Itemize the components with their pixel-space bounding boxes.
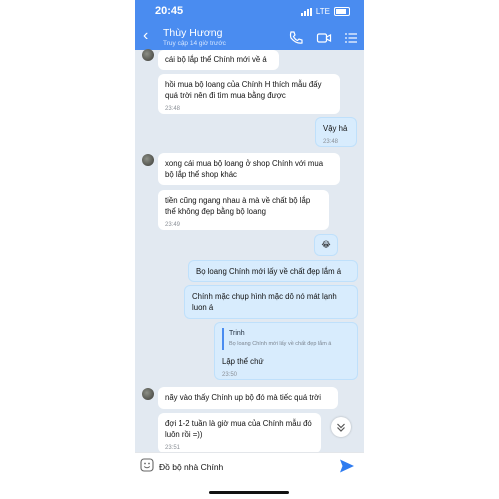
menu-list-icon[interactable] (343, 30, 359, 46)
status-indicators: LTE (300, 7, 350, 16)
status-time: 20:45 (155, 5, 184, 17)
message-text: Bọ loang Chính mới lấy về chất đẹp lắm á (196, 267, 342, 276)
message-time: 23:49 (165, 222, 181, 228)
video-call-icon[interactable] (316, 30, 332, 46)
message-incoming[interactable]: tiền cũng ngang nhau à mà về chất bộ lắp… (158, 190, 329, 230)
scroll-to-bottom-button[interactable] (331, 417, 351, 437)
message-outgoing[interactable]: Bọ loang Chính mới lấy về chất đẹp lắm á (188, 260, 358, 282)
phone-call-icon[interactable] (288, 30, 304, 46)
message-outgoing[interactable]: Chính mặc chụp hình mặc dô nó mát lạnh l… (184, 285, 358, 319)
message-text: tiền cũng ngang nhau à mà về chất bộ lắp… (165, 196, 311, 216)
message-emoji: 😂 (321, 240, 331, 249)
quoted-author: Trinh (229, 330, 245, 337)
contact-avatar[interactable] (142, 49, 154, 61)
network-label: LTE (315, 7, 330, 16)
message-text: xong cái mua bộ loang ở shop Chính với m… (165, 159, 324, 179)
last-seen-status: Truy cập 14 giờ trước (163, 40, 226, 47)
message-text: hồi mua bộ loang của Chính H thích mẫu đ… (165, 80, 322, 100)
message-incoming[interactable]: nãy vào thấy Chính up bộ đó mà tiếc quá … (158, 387, 338, 409)
message-time: 23:48 (323, 139, 339, 145)
message-incoming[interactable]: xong cái mua bộ loang ở shop Chính với m… (158, 153, 340, 185)
quoted-text: Bọ loang Chính mới lấy về chất đẹp lắm á (229, 341, 332, 347)
message-incoming[interactable]: cái bộ lắp thể Chính mới về á (158, 50, 279, 70)
message-text: cái bộ lắp thể Chính mới về á (165, 55, 267, 64)
message-outgoing[interactable]: 😂 (314, 234, 338, 256)
signal-icon (300, 7, 312, 16)
battery-icon (334, 7, 350, 16)
send-icon[interactable] (339, 458, 355, 474)
message-outgoing[interactable]: Vậy hả 23:48 (315, 117, 357, 147)
back-button[interactable]: ‹ (143, 28, 148, 44)
quoted-message[interactable]: Trinh Bọ loang Chính mới lấy về chất đẹp… (222, 328, 350, 350)
message-text: đợi 1-2 tuần là giờ mua của Chính mẫu đó… (165, 419, 312, 439)
message-incoming[interactable]: đợi 1-2 tuần là giờ mua của Chính mẫu đó… (158, 413, 321, 453)
message-input[interactable] (159, 459, 329, 475)
message-text: Chính mặc chụp hình mặc dô nó mát lạnh l… (192, 292, 337, 312)
sticker-icon[interactable] (140, 458, 154, 472)
home-indicator (209, 491, 289, 494)
chat-screen: 20:45 LTE ‹ Thùy Hương Truy cập 14 giờ t… (135, 0, 364, 499)
chat-header: 20:45 LTE ‹ Thùy Hương Truy cập 14 giờ t… (135, 0, 364, 50)
message-text: Lập thể chứ (222, 357, 264, 366)
contact-avatar[interactable] (142, 154, 154, 166)
message-time: 23:48 (165, 106, 181, 112)
chevron-down-icon (337, 423, 345, 432)
message-time: 23:50 (222, 372, 238, 378)
message-text: nãy vào thấy Chính up bộ đó mà tiếc quá … (165, 393, 321, 402)
message-outgoing-reply[interactable]: Trinh Bọ loang Chính mới lấy về chất đẹp… (214, 322, 358, 380)
contact-name[interactable]: Thùy Hương (163, 27, 222, 39)
message-text: Vậy hả (323, 124, 348, 133)
message-incoming[interactable]: hồi mua bộ loang của Chính H thích mẫu đ… (158, 74, 340, 114)
contact-avatar[interactable] (142, 388, 154, 400)
